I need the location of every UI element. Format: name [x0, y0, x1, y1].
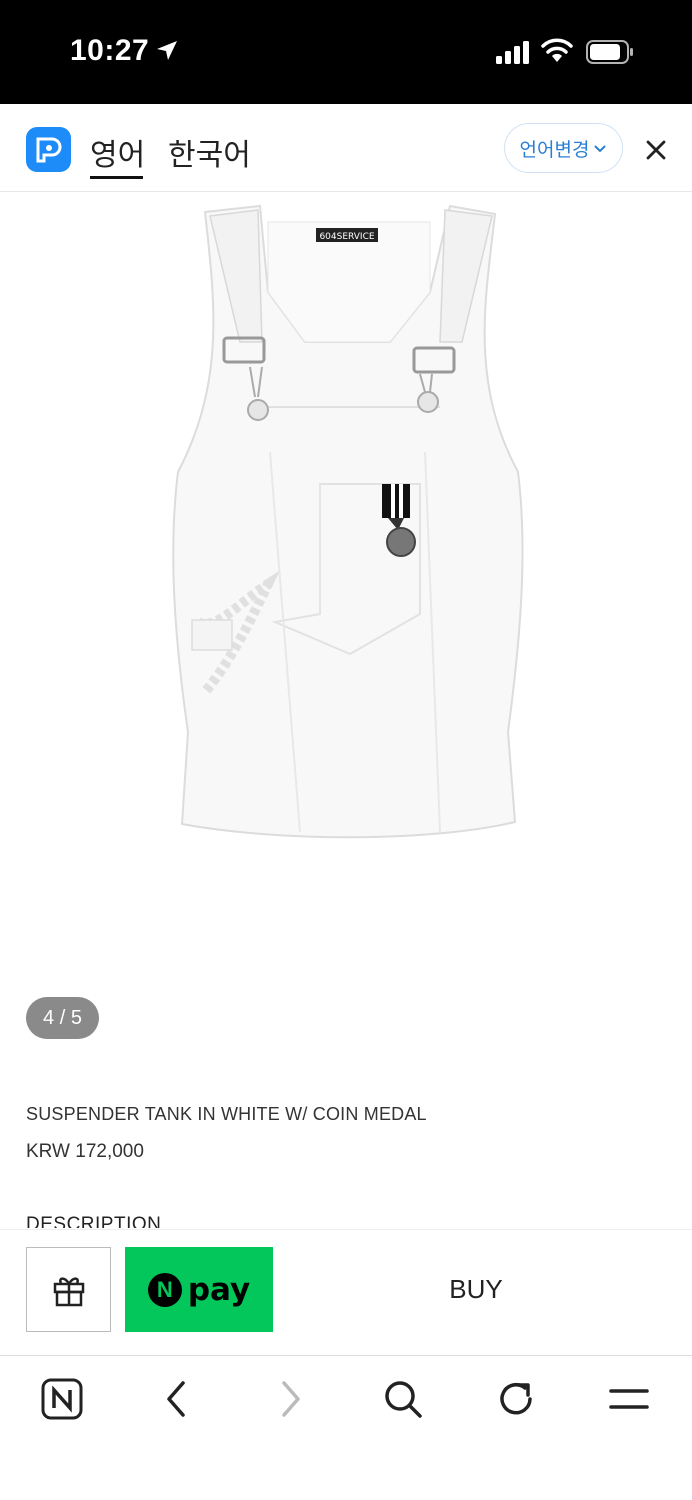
papago-logo-icon[interactable] [26, 127, 71, 172]
product-image[interactable]: 604SERVICE [0, 192, 692, 952]
gift-icon [53, 1277, 85, 1307]
naver-pay-logo-icon: N [147, 1272, 182, 1307]
translate-bar: 영어 한국어 언어변경 [0, 104, 692, 192]
wifi-icon [541, 38, 573, 62]
status-bar: 10:27 [0, 0, 692, 104]
location-arrow-icon [157, 41, 177, 60]
naver-home-icon[interactable] [40, 1377, 84, 1421]
chevron-down-icon [594, 145, 607, 153]
brand-label: 604SERVICE [319, 232, 374, 242]
buy-button[interactable]: BUY [287, 1247, 665, 1332]
tank-top-illustration: 604SERVICE [172, 204, 524, 839]
menu-icon[interactable] [607, 1377, 651, 1421]
status-time: 10:27 [70, 34, 150, 67]
product-name: SUSPENDER TANK IN WHITE W/ COIN MEDAL [26, 1104, 427, 1124]
battery-icon [586, 40, 633, 64]
tab-source-language[interactable]: 영어 [90, 130, 145, 174]
product-price: KRW 172,000 [26, 1141, 144, 1162]
active-tab-indicator [90, 176, 143, 179]
close-icon[interactable] [642, 136, 670, 164]
search-icon[interactable] [381, 1377, 425, 1421]
cellular-signal-icon [496, 41, 529, 64]
refresh-icon[interactable] [494, 1377, 538, 1421]
image-counter-badge: 4 / 5 [26, 997, 99, 1039]
change-language-label: 언어변경 [519, 138, 590, 161]
change-language-button[interactable]: 언어변경 [504, 123, 623, 173]
naver-pay-button[interactable]: N pay [125, 1247, 273, 1332]
gift-button[interactable] [26, 1247, 111, 1332]
forward-icon[interactable] [268, 1377, 312, 1421]
naver-pay-label: pay [187, 1271, 251, 1308]
browser-toolbar [0, 1356, 692, 1500]
description-heading: DESCRIPTION [26, 1214, 162, 1228]
purchase-action-bar: N pay BUY [0, 1229, 692, 1356]
tab-target-language[interactable]: 한국어 [168, 130, 251, 174]
back-icon[interactable] [155, 1377, 199, 1421]
